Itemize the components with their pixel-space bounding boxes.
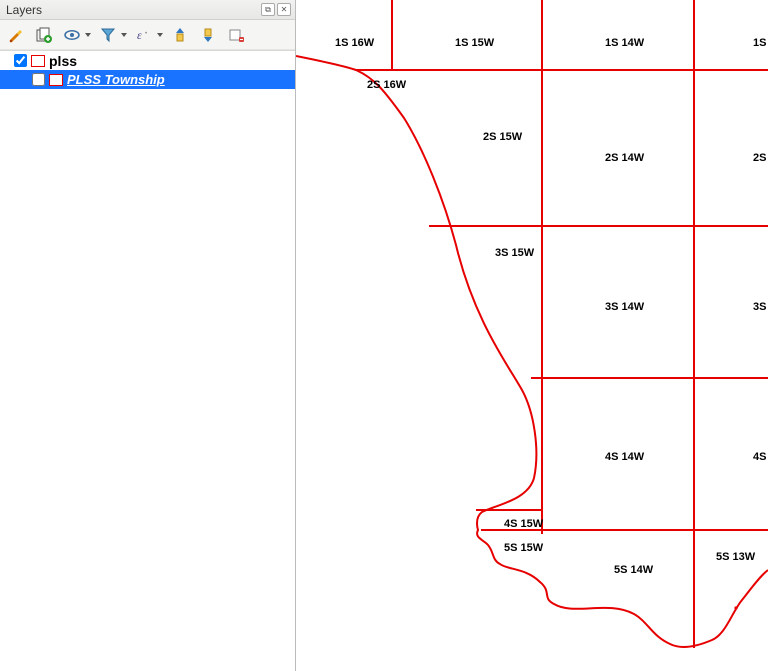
- layer-checkbox-township[interactable]: [32, 73, 45, 86]
- layer-checkbox-plss[interactable]: [14, 54, 27, 67]
- layer-label: plss: [49, 53, 77, 69]
- township-label: 1S: [753, 37, 766, 49]
- township-label: 5S 15W: [504, 542, 543, 554]
- collapse-all-icon[interactable]: [197, 24, 219, 46]
- panel-header: Layers ⧉ ✕: [0, 0, 295, 20]
- layers-toolbar: ε•: [0, 20, 295, 50]
- layers-panel: Layers ⧉ ✕ ε•: [0, 0, 296, 671]
- style-icon[interactable]: [5, 24, 27, 46]
- expression-tool[interactable]: ε•: [133, 24, 163, 46]
- visibility-tool[interactable]: [61, 24, 91, 46]
- township-label: 1S 14W: [605, 37, 644, 49]
- layer-swatch: [31, 55, 45, 67]
- detach-button[interactable]: ⧉: [261, 3, 275, 16]
- expression-icon[interactable]: ε•: [133, 24, 155, 46]
- filter-tool[interactable]: [97, 24, 127, 46]
- remove-layer-icon[interactable]: [225, 24, 247, 46]
- layer-swatch: [49, 74, 63, 86]
- panel-title: Layers: [6, 3, 261, 17]
- township-label: 4S 15W: [504, 518, 543, 530]
- township-label: 2S 16W: [367, 79, 406, 91]
- eye-icon[interactable]: [61, 24, 83, 46]
- layer-row-plss[interactable]: plss: [0, 51, 295, 70]
- township-label: 2S 15W: [483, 131, 522, 143]
- layer-tree[interactable]: plss PLSS Township: [0, 50, 295, 671]
- township-label: 2S 14W: [605, 152, 644, 164]
- map-svg: [296, 0, 768, 671]
- svg-text:ε: ε: [137, 28, 142, 42]
- township-label: 2S: [753, 152, 766, 164]
- township-label: 1S 16W: [335, 37, 374, 49]
- township-label: 1S 15W: [455, 37, 494, 49]
- chevron-down-icon[interactable]: [157, 33, 163, 37]
- township-label: 5S 13W: [716, 551, 755, 563]
- layer-row-plss-township[interactable]: PLSS Township: [0, 70, 295, 89]
- layer-label: PLSS Township: [67, 72, 165, 87]
- township-label: 4S: [753, 451, 766, 463]
- filter-icon[interactable]: [97, 24, 119, 46]
- chevron-down-icon[interactable]: [121, 33, 127, 37]
- add-group-icon[interactable]: [33, 24, 55, 46]
- svg-text:•: •: [145, 31, 147, 37]
- township-label: 5S 14W: [614, 564, 653, 576]
- township-label: 3S: [753, 301, 766, 313]
- chevron-down-icon[interactable]: [85, 33, 91, 37]
- township-label: 3S 14W: [605, 301, 644, 313]
- township-label: 4S 14W: [605, 451, 644, 463]
- panel-header-buttons: ⧉ ✕: [261, 3, 291, 16]
- township-label: 3S 15W: [495, 247, 534, 259]
- map-canvas[interactable]: 1S 16W 1S 15W 1S 14W 1S 2S 16W 2S 15W 2S 14W 2S…: [296, 0, 768, 671]
- close-panel-button[interactable]: ✕: [277, 3, 291, 16]
- expand-all-icon[interactable]: [169, 24, 191, 46]
